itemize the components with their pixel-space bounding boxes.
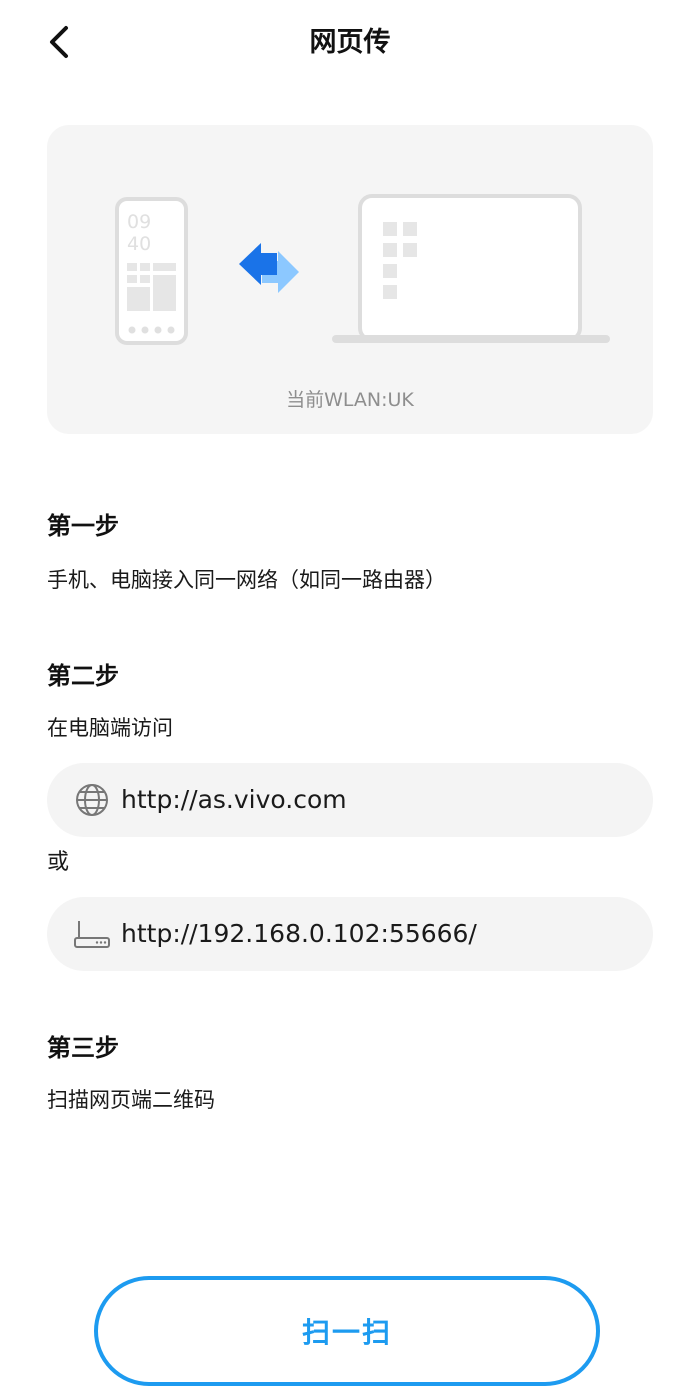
step-1-title: 第一步 — [47, 512, 119, 540]
page-title: 网页传 — [309, 27, 391, 58]
transfer-arrows-icon — [239, 243, 299, 293]
router-icon — [73, 915, 111, 953]
url-text-local: http://192.168.0.102:55666/ — [121, 919, 477, 948]
step-1-description: 手机、电脑接入同一网络（如同一路由器） — [47, 568, 446, 592]
or-label: 或 — [47, 850, 70, 875]
step-3-description: 扫描网页端二维码 — [47, 1088, 215, 1112]
phone-icon: 09 40 — [115, 197, 188, 345]
illustration-card: 09 40 当前WLAN:UK — [47, 125, 653, 434]
step-3-title: 第三步 — [47, 1034, 119, 1062]
wlan-label: 当前WLAN:UK — [286, 389, 414, 411]
url-pill-vivo[interactable]: http://as.vivo.com — [47, 763, 653, 837]
transfer-illustration: 09 40 — [115, 194, 610, 345]
step-2-description: 在电脑端访问 — [47, 716, 173, 740]
url-text-vivo: http://as.vivo.com — [121, 785, 347, 814]
phone-time-minute: 40 — [127, 233, 151, 255]
scan-button-label: 扫一扫 — [301, 1316, 392, 1349]
url-pill-local[interactable]: http://192.168.0.102:55666/ — [47, 897, 653, 971]
phone-time-hour: 09 — [127, 211, 151, 233]
step-2-title: 第二步 — [47, 662, 119, 690]
globe-icon — [73, 781, 111, 819]
laptop-icon — [332, 194, 610, 343]
scan-button[interactable]: 扫一扫 — [94, 1276, 600, 1386]
